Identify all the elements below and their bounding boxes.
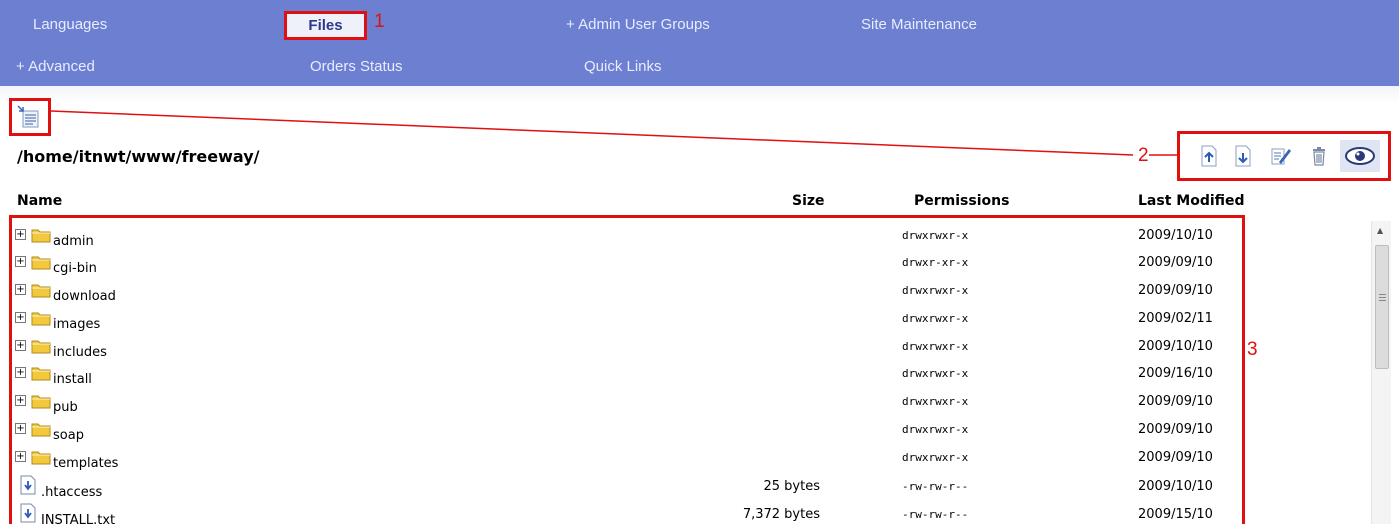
file-permissions: -rw-rw-r--: [902, 480, 969, 493]
expand-icon[interactable]: +: [15, 395, 26, 406]
file-permissions: drwxrwxr-x: [902, 395, 969, 408]
file-name[interactable]: INSTALL.txt: [41, 513, 115, 524]
file-last-modified: 2009/10/10: [1138, 228, 1213, 243]
expand-icon[interactable]: +: [15, 451, 26, 462]
file-permissions: drwxrwxr-x: [902, 229, 969, 242]
file-row[interactable]: + soap drwxrwxr-x 2009/09/10: [12, 420, 1357, 448]
folder-icon: [31, 423, 51, 437]
file-row[interactable]: + includes drwxrwxr-x 2009/10/10: [12, 337, 1357, 365]
file-last-modified: 2009/09/10: [1138, 394, 1213, 409]
file-icon: [20, 475, 36, 495]
file-row[interactable]: + admin drwxrwxr-x 2009/10/10: [12, 226, 1357, 254]
file-row[interactable]: INSTALL.txt 7,372 bytes -rw-rw-r-- 2009/15/…: [12, 503, 1357, 524]
upload-icon[interactable]: [1198, 145, 1220, 167]
expand-icon[interactable]: +: [15, 284, 26, 295]
folder-icon: [31, 367, 51, 381]
delete-icon[interactable]: [1308, 145, 1330, 167]
folder-icon: [31, 340, 51, 354]
file-row[interactable]: + install drwxrwxr-x 2009/16/10: [12, 364, 1357, 392]
file-name[interactable]: includes: [53, 345, 107, 360]
column-header-name[interactable]: Name: [17, 193, 62, 209]
file-name[interactable]: download: [53, 289, 116, 304]
file-last-modified: 2009/09/10: [1138, 255, 1213, 270]
file-last-modified: 2009/09/10: [1138, 450, 1213, 465]
file-name[interactable]: soap: [53, 428, 84, 443]
edit-icon[interactable]: [1270, 145, 1292, 167]
annotation-2: 2: [1138, 145, 1149, 166]
column-header-permissions[interactable]: Permissions: [914, 193, 1009, 209]
file-name[interactable]: pub: [53, 400, 78, 415]
column-header-size[interactable]: Size: [792, 193, 825, 209]
file-last-modified: 2009/09/10: [1138, 283, 1213, 298]
download-icon[interactable]: [1232, 145, 1254, 167]
file-last-modified: 2009/16/10: [1138, 366, 1213, 381]
view-icon[interactable]: [1344, 145, 1376, 167]
folder-icon: [31, 229, 51, 243]
file-row[interactable]: + templates drwxrwxr-x 2009/09/10: [12, 448, 1357, 476]
scroll-up-arrow-icon[interactable]: ▲: [1377, 226, 1383, 235]
file-size: 7,372 bytes: [742, 507, 820, 522]
folder-icon: [31, 256, 51, 270]
file-permissions: drwxrwxr-x: [902, 451, 969, 464]
expand-icon[interactable]: +: [15, 229, 26, 240]
file-last-modified: 2009/10/10: [1138, 479, 1213, 494]
file-row[interactable]: + cgi-bin drwxr-xr-x 2009/09/10: [12, 253, 1357, 281]
file-name[interactable]: templates: [53, 456, 118, 471]
file-row[interactable]: .htaccess 25 bytes -rw-rw-r-- 2009/10/10: [12, 475, 1357, 505]
file-name[interactable]: admin: [53, 234, 94, 249]
file-permissions: drwxrwxr-x: [902, 423, 969, 436]
file-name[interactable]: install: [53, 372, 92, 387]
file-row[interactable]: + download drwxrwxr-x 2009/09/10: [12, 281, 1357, 309]
file-permissions: drwxrwxr-x: [902, 367, 969, 380]
file-size: 25 bytes: [763, 479, 821, 494]
current-path: /home/itnwt/www/freeway/: [17, 147, 260, 166]
file-row[interactable]: + images drwxrwxr-x 2009/02/11: [12, 309, 1357, 337]
file-permissions: -rw-rw-r--: [902, 508, 969, 521]
expand-icon[interactable]: +: [15, 256, 26, 267]
file-last-modified: 2009/09/10: [1138, 422, 1213, 437]
file-last-modified: 2009/02/11: [1138, 311, 1213, 326]
column-header-last-modified[interactable]: Last Modified: [1138, 193, 1245, 209]
file-permissions: drwxrwxr-x: [902, 284, 969, 297]
file-list-scrollbar[interactable]: ▲: [1371, 221, 1391, 524]
folder-icon: [31, 284, 51, 298]
scrollbar-thumb[interactable]: [1375, 245, 1389, 369]
expand-icon[interactable]: +: [15, 340, 26, 351]
file-permissions: drwxrwxr-x: [902, 340, 969, 353]
expand-icon[interactable]: +: [15, 423, 26, 434]
file-name[interactable]: .htaccess: [41, 485, 102, 500]
file-permissions: drwxrwxr-x: [902, 312, 969, 325]
file-last-modified: 2009/15/10: [1138, 507, 1213, 522]
expand-icon[interactable]: +: [15, 312, 26, 323]
file-icon: [20, 503, 36, 523]
file-name[interactable]: images: [53, 317, 100, 332]
expand-icon[interactable]: +: [15, 367, 26, 378]
file-last-modified: 2009/10/10: [1138, 339, 1213, 354]
file-row[interactable]: + pub drwxrwxr-x 2009/09/10: [12, 392, 1357, 420]
folder-icon: [31, 395, 51, 409]
file-permissions: drwxr-xr-x: [902, 256, 969, 269]
folder-icon: [31, 451, 51, 465]
folder-icon: [31, 312, 51, 326]
file-name[interactable]: cgi-bin: [53, 261, 97, 276]
